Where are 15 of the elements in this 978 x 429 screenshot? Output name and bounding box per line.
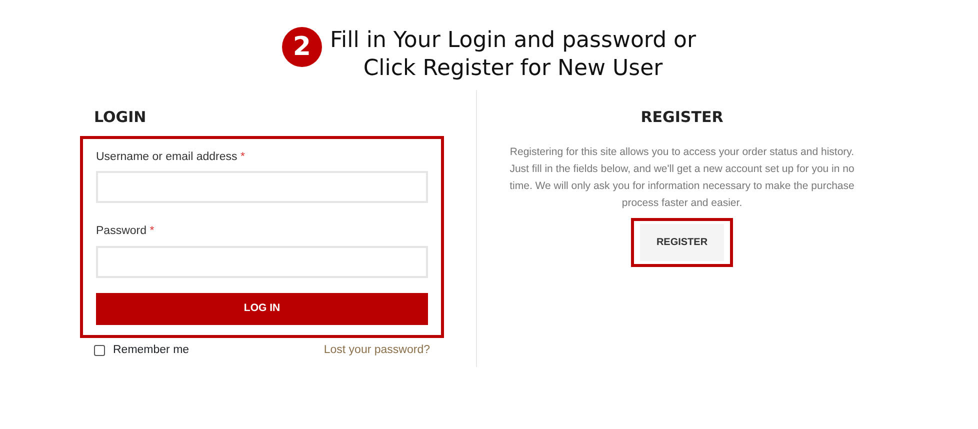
field-label: Username or email address *: [96, 150, 246, 165]
field-label: Password *: [96, 224, 156, 240]
section-heading: LOGIN: [94, 107, 148, 127]
section-heading: REGISTER: [640, 107, 724, 127]
register-description: Registering for this site allows you to access your order status and history. Just fill in the fields below, and we'll get a new account set up for you in no time. We will only ask you for information necessary to make the purchase process faster and easier.: [508, 145, 856, 211]
lost-password-link[interactable]: Lost your password?: [324, 342, 430, 359]
register-button[interactable]: REGISTER: [640, 224, 724, 261]
step-instruction: Fill in Your Login and password or: [330, 27, 696, 55]
login-button[interactable]: LOG IN: [96, 292, 428, 324]
input-field[interactable]: [96, 246, 428, 278]
step-number-badge: 2: [282, 27, 322, 67]
step-instruction: Click Register for New User: [363, 55, 663, 83]
input-field[interactable]: [96, 171, 428, 204]
remember-checkbox[interactable]: [94, 344, 105, 356]
checkbox-label: Remember me: [113, 342, 190, 358]
